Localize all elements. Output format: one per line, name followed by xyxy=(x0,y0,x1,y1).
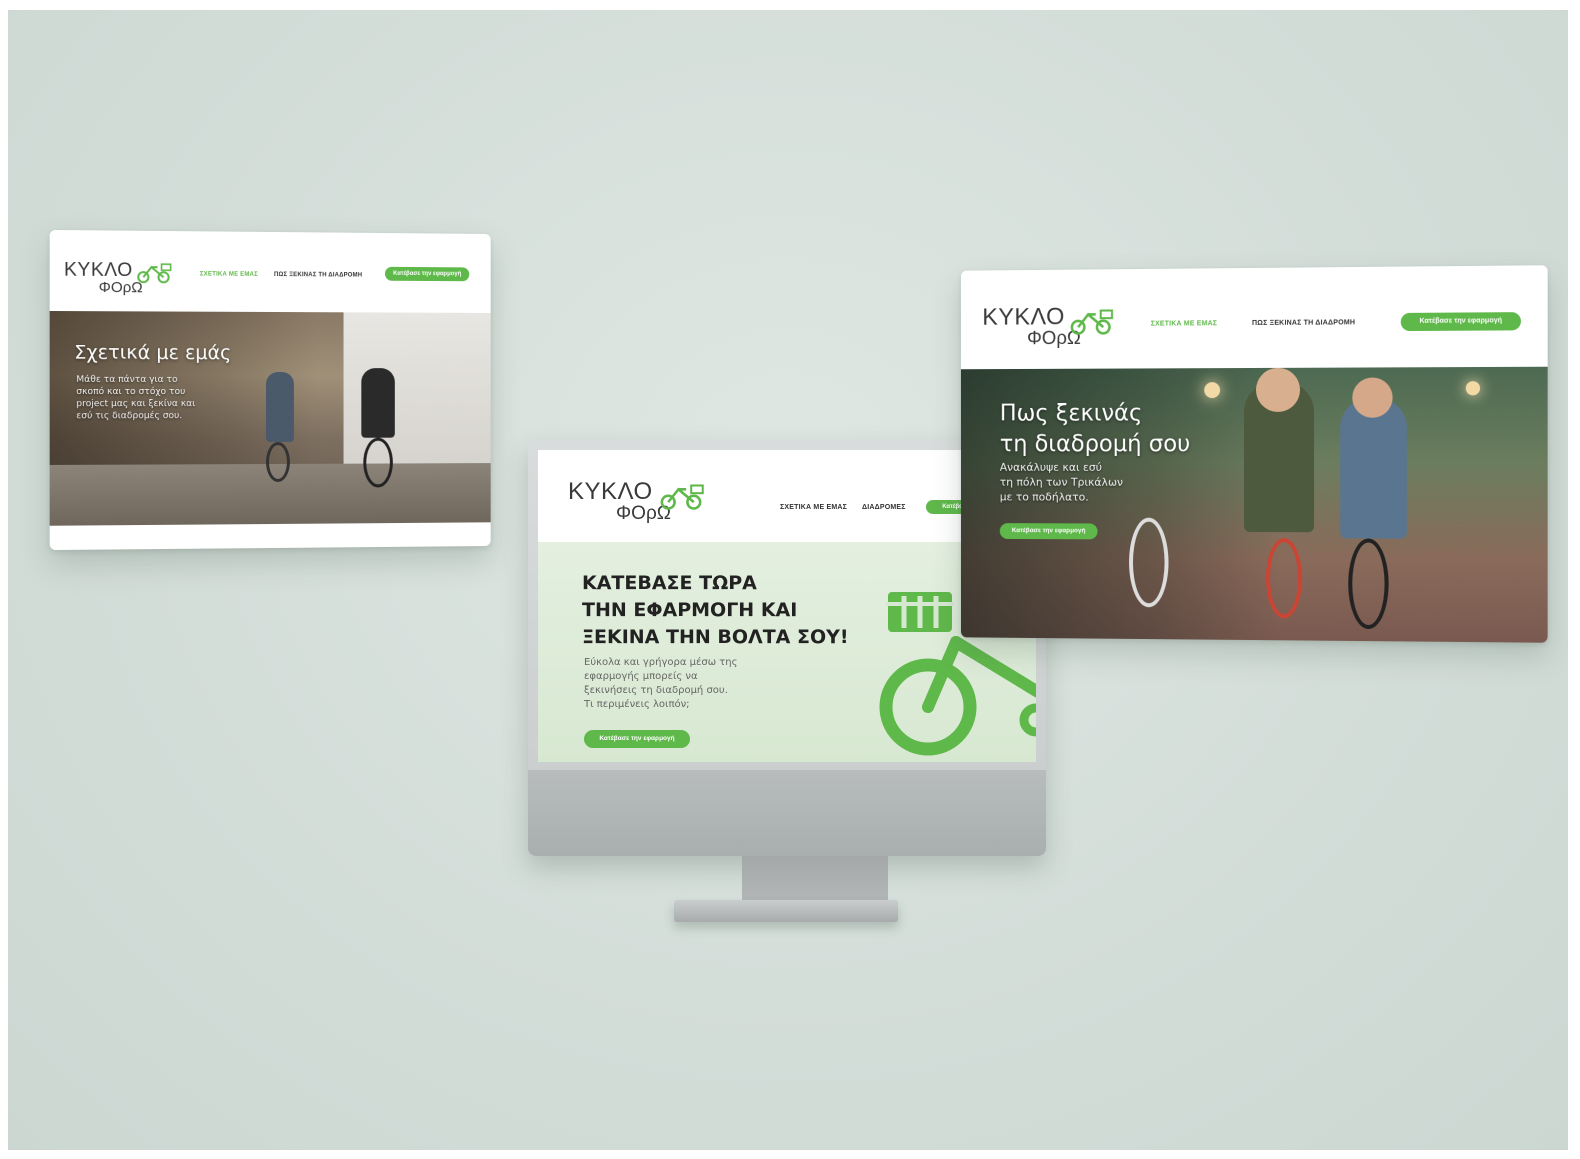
download-app-button[interactable]: Κατέβασε την εφαρμογή xyxy=(384,266,470,282)
street-lamp xyxy=(1465,381,1481,396)
monitor-neck xyxy=(742,856,888,906)
brand-logo[interactable]: ΚΥΚΛΟ ΦΟρΩ xyxy=(568,480,708,530)
cyclist-face xyxy=(1255,367,1301,412)
hero-description: Ανακάλυψε και εσύ τη πόλη των Τρικάλων μ… xyxy=(999,460,1124,504)
bicycle-logo-icon xyxy=(135,263,171,283)
cyclist-figure xyxy=(266,371,294,443)
bicycle-wheel xyxy=(1129,517,1169,608)
bicycle-logo-icon xyxy=(660,484,704,510)
nav-link-route[interactable]: ΠΩΣ ΞΕΚΙΝΑΣ ΤΗ ΔΙΑΔΡΟΜΗ xyxy=(1252,319,1355,327)
top-nav: ΚΥΚΛΟ ΦΟρΩ ΣΧΕΤΙΚΑ ΜΕ ΕΜΑΣ ΠΩΣ ΞΕΚΙΝΑΣ Τ… xyxy=(49,229,491,313)
bicycle-logo-icon xyxy=(1068,309,1113,335)
download-headline: ΚΑΤΕΒΑΣΕ ΤΩΡΑ ΤΗΝ ΕΦΑΡΜΟΓΗ ΚΑΙ ΞΕΚΙΝΑ ΤΗ… xyxy=(582,572,849,648)
download-app-cta-button[interactable]: Κατέβασε την εφαρμογή xyxy=(584,730,690,748)
hero-title: Σχετικά με εμάς xyxy=(74,341,232,364)
bicycle-wheel xyxy=(1265,538,1303,619)
hero-description: Μάθε τα πάντα για το σκοπό και το στόχο … xyxy=(76,374,196,422)
hero-photo: Σχετικά με εμάς Μάθε τα πάντα για το σκο… xyxy=(49,310,491,526)
nav-link-about[interactable]: ΣΧΕΤΙΚΑ ΜΕ ΕΜΑΣ xyxy=(1151,320,1217,327)
cyclist-face xyxy=(1352,377,1393,418)
top-nav: ΚΥΚΛΟ ΦΟρΩ ΣΧΕΤΙΚΑ ΜΕ ΕΜΑΣ ΠΩΣ ΞΕΚΙΝΑΣ Τ… xyxy=(960,265,1548,370)
nav-link-about[interactable]: ΣΧΕΤΙΚΑ ΜΕ ΕΜΑΣ xyxy=(200,271,258,277)
bicycle-wheel xyxy=(1348,538,1389,630)
bicycle-wheel xyxy=(266,441,290,483)
nav-link-routes[interactable]: ΔΙΑΔΡΟΜΕΣ xyxy=(862,504,906,511)
nav-link-about[interactable]: ΣΧΕΤΙΚΑ ΜΕ ΕΜΑΣ xyxy=(780,504,847,511)
nav-link-route[interactable]: ΠΩΣ ΞΕΚΙΝΑΣ ΤΗ ΔΙΑΔΡΟΜΗ xyxy=(274,272,362,279)
about-page-mockup: ΚΥΚΛΟ ΦΟρΩ ΣΧΕΤΙΚΑ ΜΕ ΕΜΑΣ ΠΩΣ ΞΕΚΙΝΑΣ Τ… xyxy=(49,229,491,551)
brand-logo[interactable]: ΚΥΚΛΟ ΦΟρΩ xyxy=(64,259,176,301)
monitor-chin xyxy=(528,770,1046,856)
route-page-mockup: ΚΥΚΛΟ ΦΟρΩ ΣΧΕΤΙΚΑ ΜΕ ΕΜΑΣ ΠΩΣ ΞΕΚΙΝΑΣ Τ… xyxy=(960,265,1548,643)
mockup-background: ΚΥΚΛΟ ΦΟρΩ ΣΧΕΤΙΚΑ ΜΕ ΕΜΑΣ ΠΩΣ ΞΕΚΙΝΑΣ Τ… xyxy=(8,10,1568,1150)
cyclist-figure xyxy=(1340,397,1407,539)
street-lamp xyxy=(1204,382,1221,399)
download-description: Εύκολα και γρήγορα μέσω της εφαρμογής μπ… xyxy=(584,657,738,710)
cyclist-figure xyxy=(361,368,395,438)
hero-title: Πως ξεκινάς τη διαδρομή σου xyxy=(999,400,1191,457)
hero-download-button[interactable]: Κατέβασε την εφαρμογή xyxy=(999,523,1098,540)
bicycle-wheel xyxy=(363,437,393,488)
hero-photo: Πως ξεκινάς τη διαδρομή σου Ανακάλυψε κα… xyxy=(960,366,1548,643)
brand-logo[interactable]: ΚΥΚΛΟ ΦΟρΩ xyxy=(982,303,1119,355)
download-app-button[interactable]: Κατέβασε την εφαρμογή xyxy=(1400,312,1521,332)
monitor-stand xyxy=(674,900,898,922)
